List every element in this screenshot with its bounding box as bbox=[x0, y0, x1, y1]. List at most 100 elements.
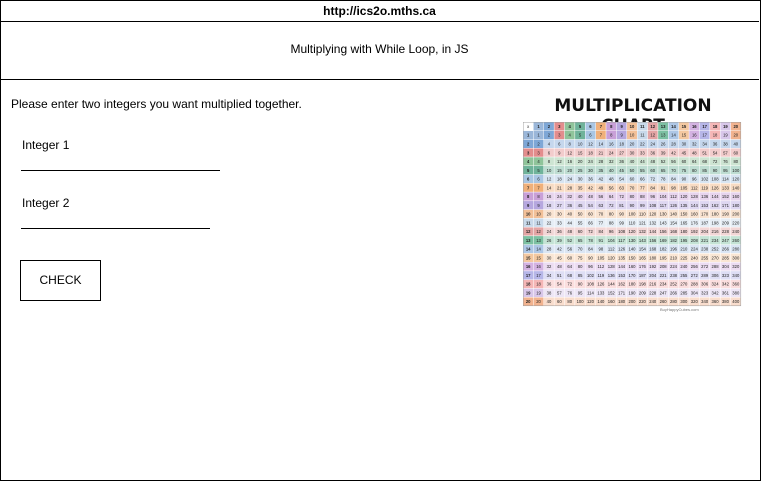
chart-cell-value: 30 bbox=[630, 150, 635, 155]
chart-cell-value: 133 bbox=[597, 290, 605, 295]
chart-cell-value: 35 bbox=[599, 168, 604, 173]
chart-cell-value: 180 bbox=[680, 229, 688, 234]
chart-cell-value: 77 bbox=[640, 185, 645, 190]
chart-cell-value: 28 bbox=[547, 247, 552, 252]
chart-cell-value: 30 bbox=[547, 255, 552, 260]
integer-1-input[interactable] bbox=[21, 170, 220, 171]
chart-cell-value: 50 bbox=[578, 212, 583, 217]
chart-cell-value: 119 bbox=[701, 185, 708, 190]
chart-cell-value: 72 bbox=[650, 177, 655, 182]
chart-cell-value: 70 bbox=[671, 168, 676, 173]
chart-cell-value: 24 bbox=[557, 194, 562, 199]
chart-cell-value: 13 bbox=[661, 124, 666, 129]
chart-cell-value: 55 bbox=[640, 168, 645, 173]
chart-cell-value: 20 bbox=[733, 124, 738, 129]
chart-cell-value: 99 bbox=[640, 203, 645, 208]
chart-cell-value: 13 bbox=[526, 238, 531, 243]
chart-cell-value: 16 bbox=[536, 264, 541, 269]
chart-cell-value: 16 bbox=[526, 264, 531, 269]
chart-cell-value: 247 bbox=[660, 290, 668, 295]
chart-cell-value: 11 bbox=[526, 220, 531, 225]
chart-cell-value: 36 bbox=[588, 177, 593, 182]
chart-cell-value: 195 bbox=[660, 255, 668, 260]
chart-cell-value: 285 bbox=[680, 290, 688, 295]
chart-cell-value: 88 bbox=[640, 194, 645, 199]
chart-cell-value: 153 bbox=[618, 273, 626, 278]
chart-cell-value: 16 bbox=[609, 142, 614, 147]
chart-cell-value: 165 bbox=[639, 255, 647, 260]
chart-cell-value: 130 bbox=[629, 238, 637, 243]
chart-cell-value: 120 bbox=[629, 229, 637, 234]
chart-cell-value: 84 bbox=[671, 177, 676, 182]
chart-cell-value: 160 bbox=[691, 212, 699, 217]
chart-cell-value: 210 bbox=[670, 255, 678, 260]
chart-cell-value: 342 bbox=[722, 282, 730, 287]
chart-cell-value: 10 bbox=[630, 133, 635, 138]
chart-cell-value: 10 bbox=[578, 142, 583, 147]
chart-cell-value: 190 bbox=[722, 212, 730, 217]
chart-cell-value: 48 bbox=[650, 159, 655, 164]
chart-cell-value: 360 bbox=[712, 299, 720, 304]
chart-cell-value: 30 bbox=[557, 212, 562, 217]
chart-cell-value: 114 bbox=[587, 290, 594, 295]
chart-cell-value: 33 bbox=[640, 150, 645, 155]
chart-cell-value: 11 bbox=[640, 133, 645, 138]
chart-cell-value: 72 bbox=[588, 229, 593, 234]
chart-cell-value: 90 bbox=[713, 168, 718, 173]
chart-cell-value: 91 bbox=[661, 185, 666, 190]
chart-cell-value: 135 bbox=[680, 203, 688, 208]
chart-cell-value: 40 bbox=[578, 194, 583, 199]
chart-cell-value: 44 bbox=[567, 220, 572, 225]
chart-cell-value: 15 bbox=[536, 255, 541, 260]
chart-cell-value: 64 bbox=[609, 194, 614, 199]
chart-cell-value: 266 bbox=[670, 290, 678, 295]
chart-cell-value: 270 bbox=[712, 255, 720, 260]
chart-cell-value: 216 bbox=[649, 282, 657, 287]
chart-cell-value: 33 bbox=[557, 220, 562, 225]
chart-cell-value: 42 bbox=[557, 247, 562, 252]
chart-cell-value: 21 bbox=[557, 185, 562, 190]
chart-cell-value: 24 bbox=[547, 229, 552, 234]
chart-cell-value: 24 bbox=[588, 159, 593, 164]
chart-cell-value: 52 bbox=[661, 159, 666, 164]
chart-cell-value: 17 bbox=[536, 273, 541, 278]
chart-cell-value: 140 bbox=[597, 299, 605, 304]
chart-cell-value: 16 bbox=[567, 159, 572, 164]
chart-cell-value: 49 bbox=[599, 185, 604, 190]
url-bar[interactable]: http://ics2o.mths.ca bbox=[0, 0, 759, 22]
chart-cell-value: 380 bbox=[722, 299, 730, 304]
chart-cell-value: 182 bbox=[670, 238, 678, 243]
chart-cell-value: 76 bbox=[723, 159, 728, 164]
chart-cell-value: 52 bbox=[567, 238, 572, 243]
chart-cell-value: 84 bbox=[588, 247, 593, 252]
chart-cell-value: 165 bbox=[680, 220, 688, 225]
chart-cell-value: 247 bbox=[722, 238, 730, 243]
chart-cell-value: 128 bbox=[691, 194, 699, 199]
chart-cell-value: 136 bbox=[701, 194, 709, 199]
chart-cell-value: 38 bbox=[547, 290, 552, 295]
chart-cell-value: 77 bbox=[599, 220, 604, 225]
chart-cell-value: 117 bbox=[660, 203, 667, 208]
chart-cell-value: 20 bbox=[630, 142, 635, 147]
chart-cell-value: 36 bbox=[650, 150, 655, 155]
chart-cell-value: 198 bbox=[712, 220, 720, 225]
chart-cell-value: 18 bbox=[588, 150, 593, 155]
chart-cell-value: 240 bbox=[680, 264, 688, 269]
chart-cell-value: 90 bbox=[682, 177, 687, 182]
chart-cell-value: 12 bbox=[588, 142, 593, 147]
chart-cell-value: 208 bbox=[691, 238, 699, 243]
chart-cell-value: 75 bbox=[578, 255, 583, 260]
chart-cell-value: 27 bbox=[619, 150, 624, 155]
chart-cell-value: 112 bbox=[670, 194, 677, 199]
check-button[interactable]: CHECK bbox=[20, 260, 101, 301]
chart-credit: BuyHappyCubes.com bbox=[660, 307, 699, 312]
chart-cell-value: 234 bbox=[660, 282, 668, 287]
chart-cell-value: 85 bbox=[702, 168, 707, 173]
chart-cell-value: 20 bbox=[578, 159, 583, 164]
integer-2-input[interactable] bbox=[21, 228, 210, 229]
chart-cell-value: 45 bbox=[619, 168, 624, 173]
chart-cell-value: 112 bbox=[598, 264, 605, 269]
chart-cell-value: 252 bbox=[670, 282, 678, 287]
chart-cell-value: 66 bbox=[640, 177, 645, 182]
chart-cell-value: 114 bbox=[722, 177, 729, 182]
